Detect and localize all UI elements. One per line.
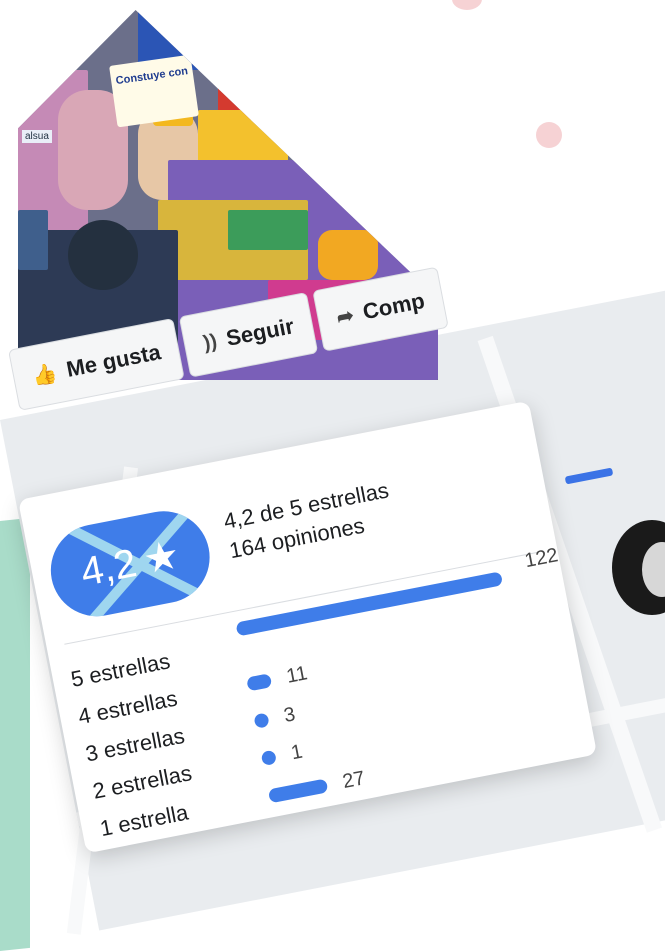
rating-bar xyxy=(260,749,278,767)
row-count: 11 xyxy=(284,661,310,688)
share-label: Comp xyxy=(360,287,427,325)
rating-score: 4,2 xyxy=(77,540,141,595)
row-count: 27 xyxy=(340,766,367,793)
row-count: 122 xyxy=(522,544,560,573)
rss-feed-icon: )) xyxy=(201,329,219,354)
rating-bar xyxy=(246,673,273,692)
rating-badge: 4,2 ★ xyxy=(42,503,218,625)
row-count: 1 xyxy=(289,740,305,764)
thumbs-up-icon: 👍 xyxy=(30,361,60,389)
photo-caption: alsua xyxy=(22,130,52,143)
rating-bar xyxy=(267,778,329,804)
pink-dot xyxy=(536,122,562,148)
pink-dot xyxy=(452,0,482,10)
follow-label: Seguir xyxy=(224,313,297,351)
rating-bar xyxy=(253,712,270,729)
rating-summary: 4,2 de 5 estrellas 164 opiniones xyxy=(221,475,397,566)
star-icon: ★ xyxy=(139,532,184,583)
like-label: Me gusta xyxy=(64,339,163,382)
mint-decoration xyxy=(0,517,30,952)
share-arrow-icon: ➦ xyxy=(334,304,356,329)
row-count: 3 xyxy=(281,702,298,727)
photo-sign: Constuye con xyxy=(109,54,199,128)
